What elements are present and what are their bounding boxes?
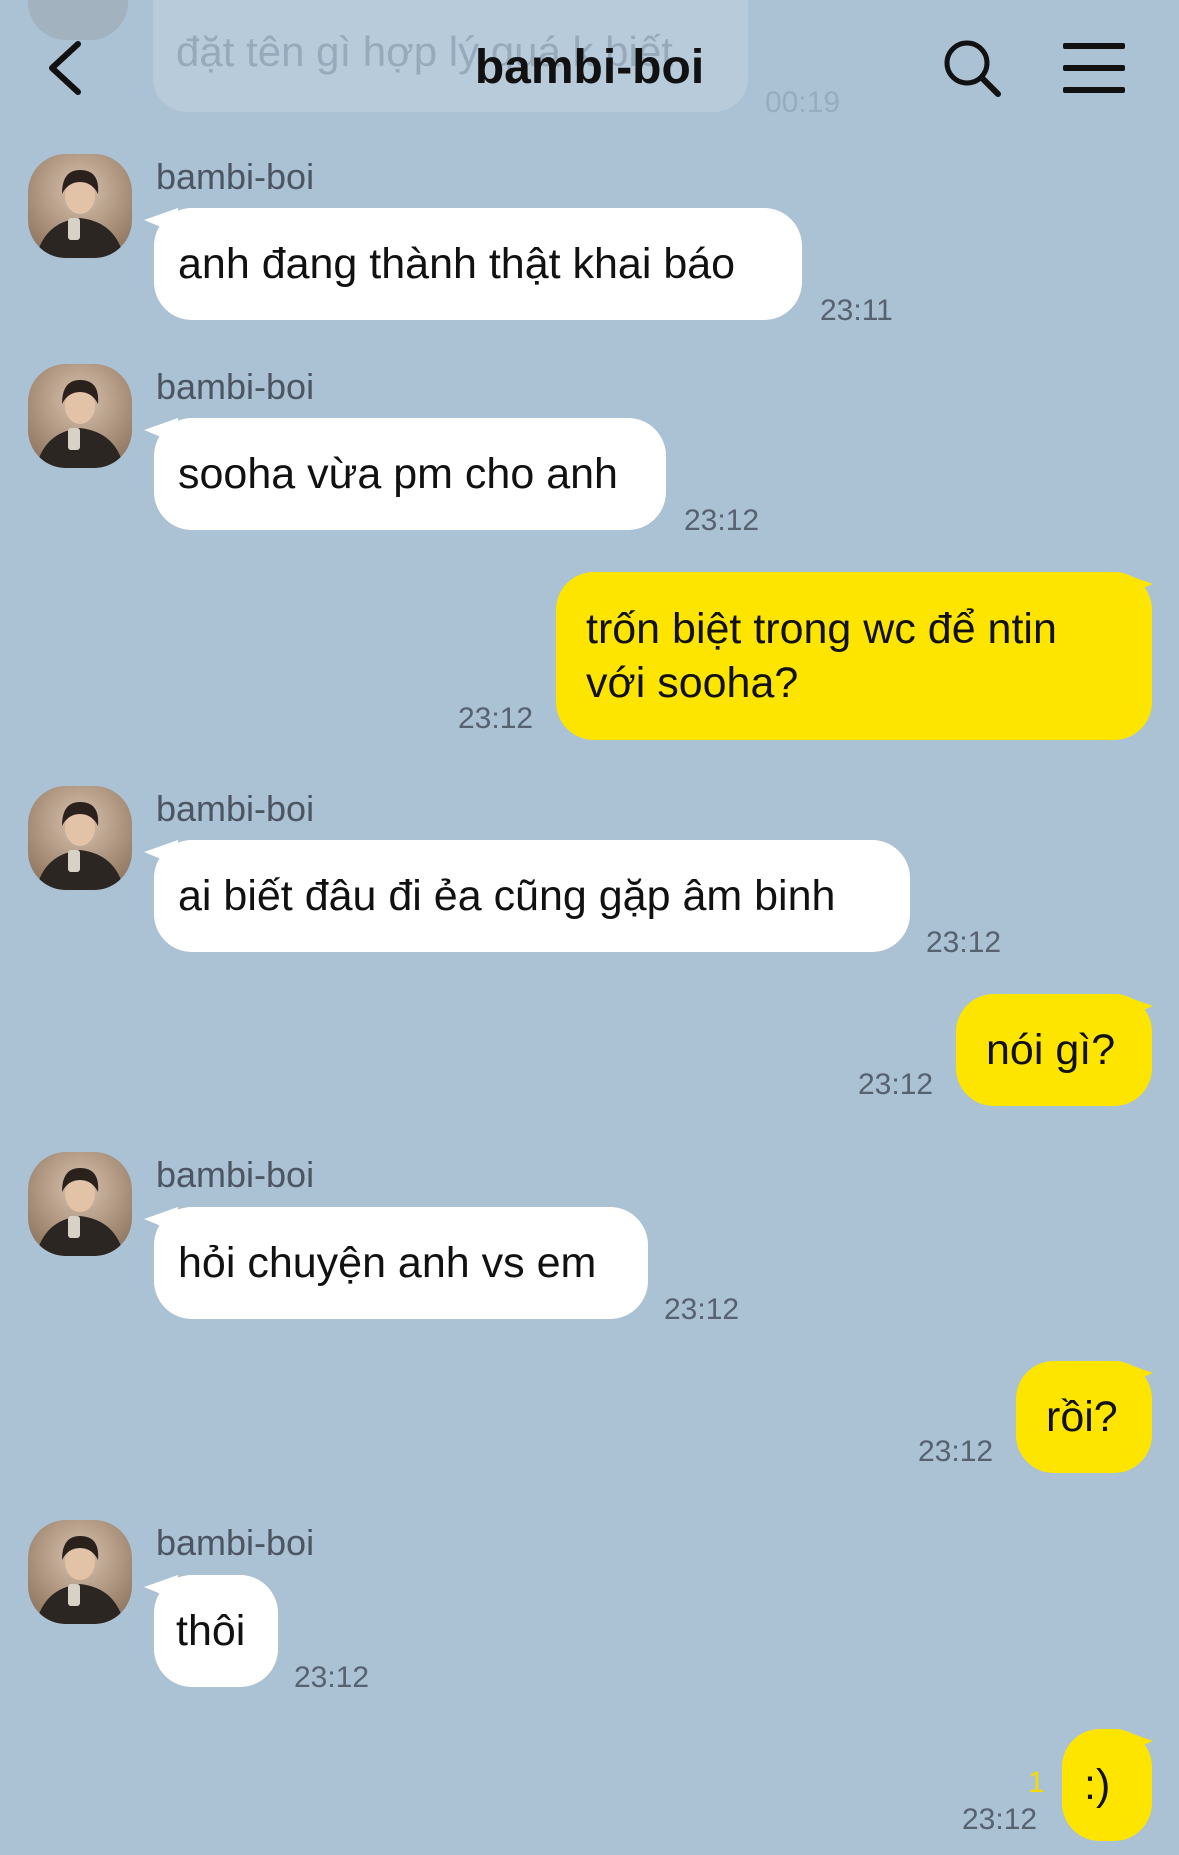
message-bubble[interactable]: ai biết đâu đi ẻa cũng gặp âm binh — [154, 840, 910, 952]
message-line: trốn biệt trong wc để ntin — [586, 605, 1057, 653]
search-icon — [944, 40, 1001, 97]
sender-name: bambi-boi — [156, 156, 315, 197]
profile-photo — [28, 1152, 132, 1256]
message-time: 23:11 — [820, 294, 893, 327]
profile-photo — [28, 364, 132, 468]
message-bubble[interactable]: :) — [1062, 1729, 1152, 1841]
message-bubble[interactable]: nói gì? — [956, 994, 1152, 1106]
message-time: 23:12 — [926, 926, 1002, 959]
menu-icon — [1063, 43, 1125, 93]
unread-count: 1 — [1028, 1766, 1045, 1799]
message-bubble[interactable]: rồi? — [1016, 1361, 1152, 1473]
message-bubble[interactable]: anh đang thành thật khai báo — [154, 208, 802, 320]
avatar[interactable] — [28, 1520, 132, 1624]
message-line: với sooha? — [586, 659, 799, 707]
profile-photo — [28, 154, 132, 258]
message-bubble[interactable]: trốn biệt trong wc để ntin với sooha? — [556, 572, 1152, 740]
message-time: 23:12 — [962, 1803, 1038, 1836]
message-time: 23:12 — [664, 1293, 740, 1326]
profile-photo — [28, 786, 132, 890]
sender-name: bambi-boi — [156, 1522, 315, 1563]
message-bubble[interactable]: thôi — [154, 1575, 278, 1687]
sender-name: bambi-boi — [156, 366, 315, 407]
profile-photo — [28, 1520, 132, 1624]
message-time: 23:12 — [684, 504, 760, 537]
sender-name: bambi-boi — [156, 788, 315, 829]
message-time: 23:12 — [918, 1435, 994, 1468]
message-bubble[interactable]: sooha vừa pm cho anh — [154, 418, 666, 530]
avatar[interactable] — [28, 1152, 132, 1256]
avatar[interactable] — [28, 786, 132, 890]
message-time: 23:12 — [294, 1661, 370, 1694]
avatar[interactable] — [28, 364, 132, 468]
message-time: 23:12 — [458, 702, 534, 735]
avatar[interactable] — [28, 154, 132, 258]
previous-avatar-faded — [28, 0, 128, 40]
message-time: 23:12 — [858, 1068, 934, 1101]
menu-button[interactable] — [1063, 43, 1125, 93]
message-bubble[interactable]: hỏi chuyện anh vs em — [154, 1207, 648, 1319]
search-button[interactable] — [940, 36, 1004, 100]
sender-name: bambi-boi — [156, 1154, 315, 1195]
